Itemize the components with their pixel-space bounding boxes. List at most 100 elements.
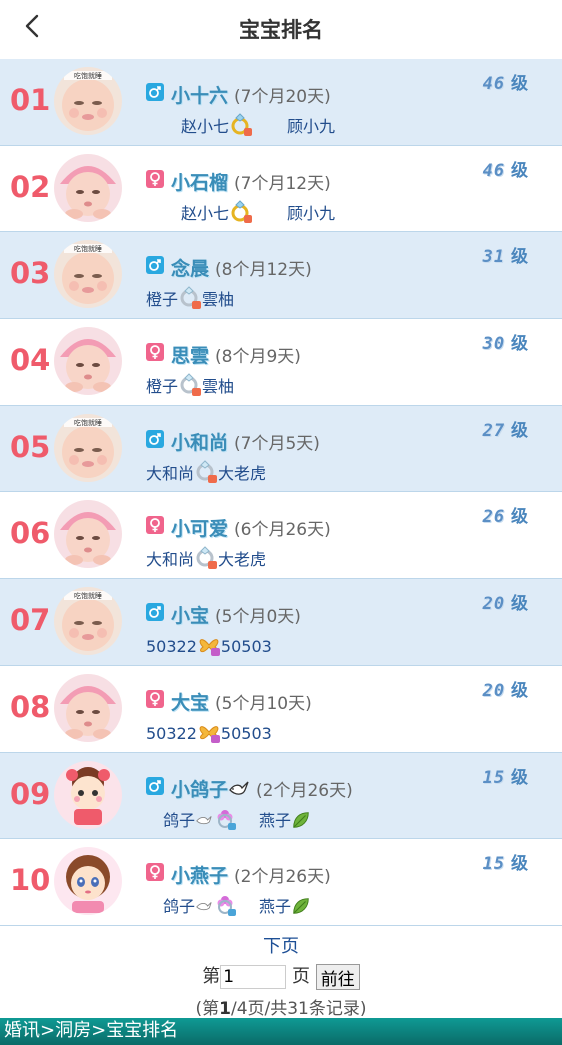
top-bar: 宝宝排名 [0, 0, 562, 59]
ranking-row[interactable]: 10 小燕子 (2个月26天) 鸽子 燕子 15 级 [0, 839, 562, 926]
father-name[interactable]: 大和尚 [146, 550, 194, 569]
avatar[interactable] [54, 153, 122, 222]
baby-age: (8个月9天) [215, 347, 301, 368]
level-badge: 27 级 [483, 416, 528, 441]
ranking-row[interactable]: 02 小石榴 (7个月12天) 赵小七 顾小九 46 级 [0, 145, 562, 233]
avatar[interactable]: 吃饱就睡 [54, 587, 122, 656]
female-icon [146, 689, 164, 708]
svg-text:吃饱就睡: 吃饱就睡 [74, 71, 102, 80]
ranking-row[interactable]: 04 思雲 (8个月9天) 橙子 雲柚 30 级 [0, 319, 562, 406]
next-page-link[interactable]: 下页 [0, 932, 562, 958]
rank-number: 01 [10, 83, 51, 117]
level-badge: 15 级 [483, 849, 528, 874]
level-number: 31 [482, 247, 506, 268]
goto-page-line: 第 页 前往 [0, 962, 562, 990]
baby-name[interactable]: 小和尚 (7个月5天) [171, 428, 320, 455]
level-number: 20 [482, 594, 506, 615]
mother-name[interactable]: 大老虎 [218, 550, 266, 569]
page-info: (第1/4页/共31条记录) [0, 994, 562, 1019]
mother-name[interactable]: 顾小九 [287, 117, 335, 136]
ranking-row[interactable]: 08 大宝 (5个月10天) 50322 50503 20 级 [0, 665, 562, 753]
female-icon [146, 169, 164, 188]
ranking-row[interactable]: 01 吃饱就睡 小十六 (7个月20天) 赵小七 顾小九 46 级 [0, 59, 562, 146]
female-icon [146, 516, 164, 535]
parents: 鸽子 燕子 [163, 893, 311, 917]
father-name[interactable]: 50322 [146, 724, 197, 743]
level-number: 26 [482, 507, 506, 528]
baby-name[interactable]: 念晨 (8个月12天) [171, 254, 312, 281]
parents: 橙子 雲柚 [146, 373, 234, 397]
breadcrumb-marriage[interactable]: 婚讯 [4, 1020, 40, 1041]
svg-text:吃饱就睡: 吃饱就睡 [74, 244, 102, 253]
mother-name[interactable]: 雲柚 [202, 290, 234, 309]
rank-number: 08 [10, 689, 51, 724]
baby-name[interactable]: 小可爱 (6个月26天) [171, 514, 331, 541]
ranking-row[interactable]: 05 吃饱就睡小和尚 (7个月5天) 大和尚 大老虎 27 级 [0, 405, 562, 493]
ring-icon [178, 373, 202, 397]
mother-name[interactable]: 燕子 [259, 811, 291, 830]
avatar[interactable] [54, 760, 122, 829]
avatar[interactable] [54, 673, 122, 742]
avatar[interactable]: 吃饱就睡 [54, 67, 122, 135]
baby-name-text: 小和尚 [171, 431, 229, 454]
father-name[interactable]: 大和尚 [146, 464, 194, 483]
page-info-suffix: /4页/共31条记录) [230, 999, 367, 1019]
father-name[interactable]: 橙子 [146, 290, 178, 309]
level-label: 级 [511, 247, 528, 268]
father-name[interactable]: 鸽子 [163, 811, 195, 830]
baby-name[interactable]: 小宝 (5个月0天) [171, 601, 301, 628]
male-icon [146, 83, 164, 101]
baby-name-text: 大宝 [171, 691, 210, 714]
ranking-row[interactable]: 09 小鸽子 (2个月26天) 鸽子 燕子 15 级 [0, 752, 562, 840]
baby-name[interactable]: 小十六 (7个月20天) [171, 81, 331, 108]
go-button[interactable]: 前往 [315, 964, 360, 990]
baby-name[interactable]: 小石榴 (7个月12天) [171, 168, 331, 195]
avatar[interactable]: 吃饱就睡 [54, 413, 122, 482]
baby-name[interactable]: 思雲 (8个月9天) [171, 341, 301, 368]
ring-icon [213, 893, 237, 917]
rank-number: 10 [10, 863, 51, 898]
rank-number: 09 [10, 776, 51, 811]
baby-name[interactable]: 小鸽子 (2个月26天) [171, 775, 353, 802]
avatar[interactable]: 吃饱就睡 [54, 240, 122, 309]
rank-number: 04 [10, 343, 51, 378]
female-icon [146, 863, 164, 882]
parents: 橙子 雲柚 [146, 286, 234, 310]
mother-name[interactable]: 50503 [221, 724, 272, 743]
page-number-input[interactable] [220, 965, 287, 989]
level-label: 级 [511, 420, 528, 441]
baby-age: (5个月0天) [215, 607, 301, 628]
bird-icon [195, 811, 213, 830]
ranking-row[interactable]: 03 吃饱就睡 念晨 (8个月12天) 橙子 雲柚 31 级 [0, 232, 562, 320]
page-info-prefix: (第 [195, 999, 220, 1019]
baby-name-text: 小燕子 [171, 865, 229, 888]
father-name[interactable]: 赵小七 [181, 204, 229, 223]
breadcrumb-bridal-room[interactable]: 洞房 [55, 1020, 91, 1041]
level-number: 15 [482, 854, 506, 875]
father-name[interactable]: 50322 [146, 637, 197, 656]
mother-name[interactable]: 燕子 [259, 897, 291, 916]
mother-name[interactable]: 50503 [221, 637, 272, 656]
ring-icon [178, 286, 202, 310]
mother-name[interactable]: 顾小九 [287, 204, 335, 223]
pagination: 下页 第 页 前往 (第1/4页/共31条记录) [0, 926, 562, 1019]
rank-number: 05 [10, 429, 51, 464]
father-name[interactable]: 赵小七 [181, 117, 229, 136]
baby-age: (7个月20天) [234, 87, 331, 107]
ring-icon [197, 720, 221, 744]
mother-name[interactable]: 大老虎 [218, 464, 266, 483]
avatar[interactable] [54, 327, 122, 396]
ranking-row[interactable]: 06 小可爱 (6个月26天) 大和尚 大老虎 26 级 [0, 492, 562, 580]
mother-name[interactable]: 雲柚 [202, 377, 234, 396]
father-name[interactable]: 鸽子 [163, 897, 195, 916]
level-label: 级 [511, 680, 528, 701]
level-badge: 30 级 [483, 329, 528, 354]
baby-name[interactable]: 大宝 (5个月10天) [171, 688, 312, 715]
svg-text:吃饱就睡: 吃饱就睡 [74, 418, 102, 427]
ranking-row[interactable]: 07 吃饱就睡 小宝 (5个月0天) 50322 50503 20 级 [0, 579, 562, 666]
avatar[interactable] [54, 847, 122, 916]
father-name[interactable]: 橙子 [146, 377, 178, 396]
baby-name[interactable]: 小燕子 (2个月26天) [171, 861, 331, 888]
avatar[interactable] [54, 500, 122, 569]
baby-name-text: 小鸽子 [171, 778, 229, 801]
